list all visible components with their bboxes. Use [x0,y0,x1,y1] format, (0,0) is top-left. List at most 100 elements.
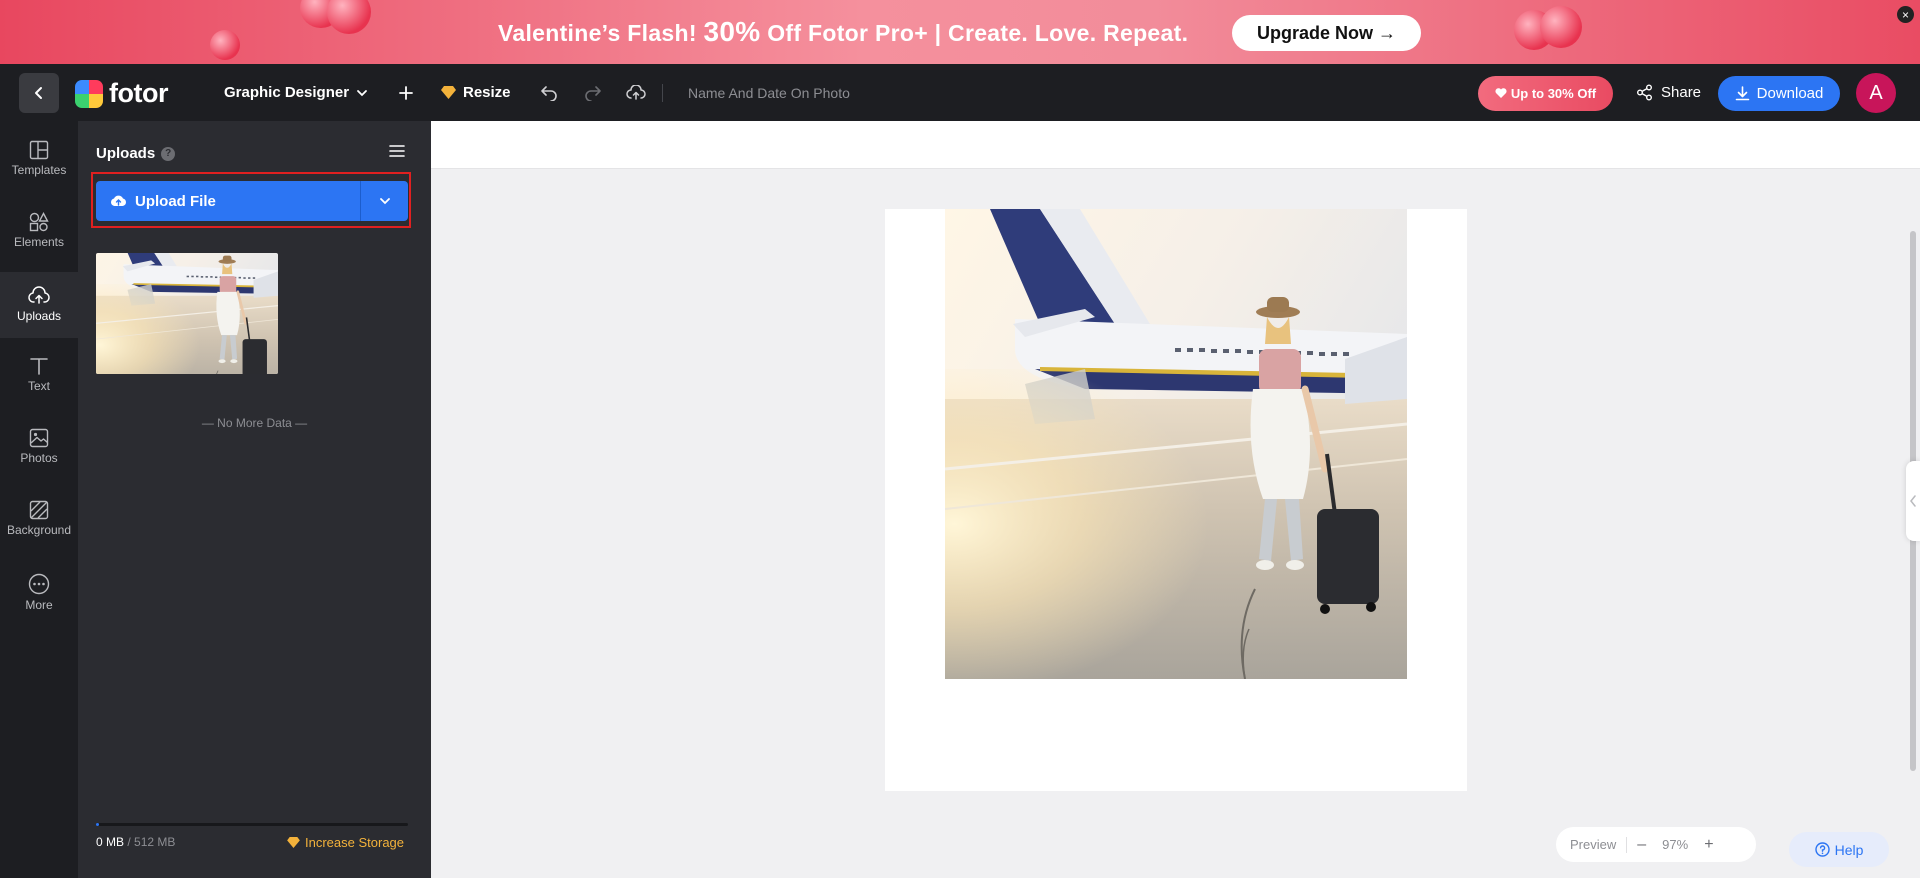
logo-text: fotor [109,78,168,108]
no-more-data-text: — No More Data — [201,416,308,430]
redo-icon [585,85,601,101]
help-icon[interactable]: ? [161,146,176,161]
left-sidebar: Templates Elements Uploads Text Photos B… [0,121,78,878]
elements-icon [29,212,49,232]
sidebar-item-more[interactable]: More [0,565,78,625]
sidebar-item-templates[interactable]: Templates [0,132,78,192]
sidebar-item-label: Uploads [16,309,62,323]
uploads-icon [28,286,50,304]
photos-icon [29,428,49,448]
undo-icon [541,85,557,101]
travel-photo-thumbnail [96,253,278,374]
promo-banner: Valentine’s Flash! 30% Off Fotor Pro+ | … [0,0,1920,64]
storage-total: / 512 MB [124,835,176,849]
travel-photo[interactable] [945,209,1407,679]
expand-right-panel-handle[interactable] [1906,461,1920,541]
storage-progress-bar [96,823,408,826]
chevron-left-icon [35,87,42,99]
zoom-out-button[interactable]: – [1637,836,1646,854]
canvas-workspace: Preview – 97% + Help [431,121,1920,878]
storage-progress-fill [96,823,99,826]
panel-title: Uploads ? [96,145,176,162]
toolbar-divider [662,84,663,102]
banner-tagline: Off Fotor Pro+ | Create. Love. Repeat. [767,20,1189,46]
avatar[interactable]: A [1856,73,1896,113]
resize-label: Resize [463,84,511,101]
promo-button[interactable]: Up to 30% Off [1478,76,1613,111]
mode-label: Graphic Designer [224,84,350,101]
download-label: Download [1756,85,1824,102]
sidebar-item-label: More [25,598,53,612]
design-canvas[interactable] [885,209,1467,791]
background-icon [29,500,49,520]
fotor-logo[interactable]: fotor [75,78,168,109]
upload-options-dropdown[interactable] [360,181,408,221]
upgrade-now-button[interactable]: Upgrade Now → [1232,15,1421,51]
sidebar-item-label: Photos [20,451,58,465]
upload-file-button[interactable]: Upload File [96,181,360,221]
sidebar-item-label: Text [27,379,50,393]
fotor-logo-icon [75,79,103,108]
cloud-save-button[interactable] [626,64,646,121]
heart-icon [1495,88,1507,98]
storage-usage: 0 MB / 512 MB [96,835,175,849]
uploaded-image-thumbnail[interactable] [96,253,278,374]
upload-file-label: Upload File [135,192,216,210]
chevron-left-icon [1910,495,1916,507]
cloud-upload-icon [626,84,646,100]
properties-toolbar [431,121,1920,169]
diamond-icon [287,837,300,848]
sidebar-item-background[interactable]: Background [0,492,78,552]
diamond-icon [441,86,456,99]
uploads-panel: Uploads ? Upload File — No More Data — 0… [78,121,431,878]
help-button[interactable]: Help [1789,832,1889,867]
menu-icon [389,145,405,157]
zoom-in-button[interactable]: + [1704,836,1713,854]
back-button[interactable] [19,73,59,113]
templates-icon [29,140,49,160]
document-name-field[interactable]: Name And Date On Photo [688,64,850,121]
preview-button[interactable]: Preview [1570,837,1616,852]
sidebar-item-label: Elements [13,235,65,249]
chevron-down-icon [357,89,367,96]
text-icon [30,358,48,375]
mode-dropdown[interactable]: Graphic Designer [224,64,369,121]
heart-decoration [1540,6,1582,48]
sidebar-item-elements[interactable]: Elements [0,204,78,264]
sidebar-item-photos[interactable]: Photos [0,420,78,480]
add-page-button[interactable] [398,64,414,121]
close-banner-icon[interactable]: × [1897,6,1914,23]
zoom-level[interactable]: 97% [1656,837,1694,852]
heart-decoration [327,0,371,34]
banner-text: Valentine’s Flash! 30% Off Fotor Pro+ | … [498,16,1188,48]
increase-storage-label: Increase Storage [305,835,405,850]
zoom-controls: Preview – 97% + [1556,827,1756,862]
question-icon [1814,842,1830,857]
list-view-button[interactable] [389,144,405,163]
banner-percent: 30% [703,16,761,47]
heart-decoration [210,30,240,60]
banner-headline: Valentine’s Flash! [498,20,697,46]
redo-button[interactable] [584,64,602,121]
top-toolbar: fotor Graphic Designer Resize Name And D… [0,64,1920,121]
promo-label: Up to 30% Off [1510,86,1597,101]
sidebar-item-label: Background [6,523,72,537]
share-button[interactable]: Share [1636,64,1701,121]
share-label: Share [1661,84,1702,101]
panel-title-text: Uploads [96,145,156,162]
zoom-divider [1626,836,1628,853]
undo-button[interactable] [540,64,558,121]
help-label: Help [1834,841,1864,858]
sidebar-item-uploads[interactable]: Uploads [0,272,78,338]
download-button[interactable]: Download [1718,76,1840,111]
cloud-upload-icon [111,195,126,206]
resize-button[interactable]: Resize [441,64,511,121]
increase-storage-link[interactable]: Increase Storage [287,835,404,850]
chevron-down-icon [379,198,390,205]
share-icon [1637,84,1652,101]
storage-used: 0 MB [96,835,125,849]
sidebar-item-text[interactable]: Text [0,348,78,408]
download-icon [1735,86,1749,101]
sidebar-item-label: Templates [11,163,67,177]
more-icon [28,573,50,595]
